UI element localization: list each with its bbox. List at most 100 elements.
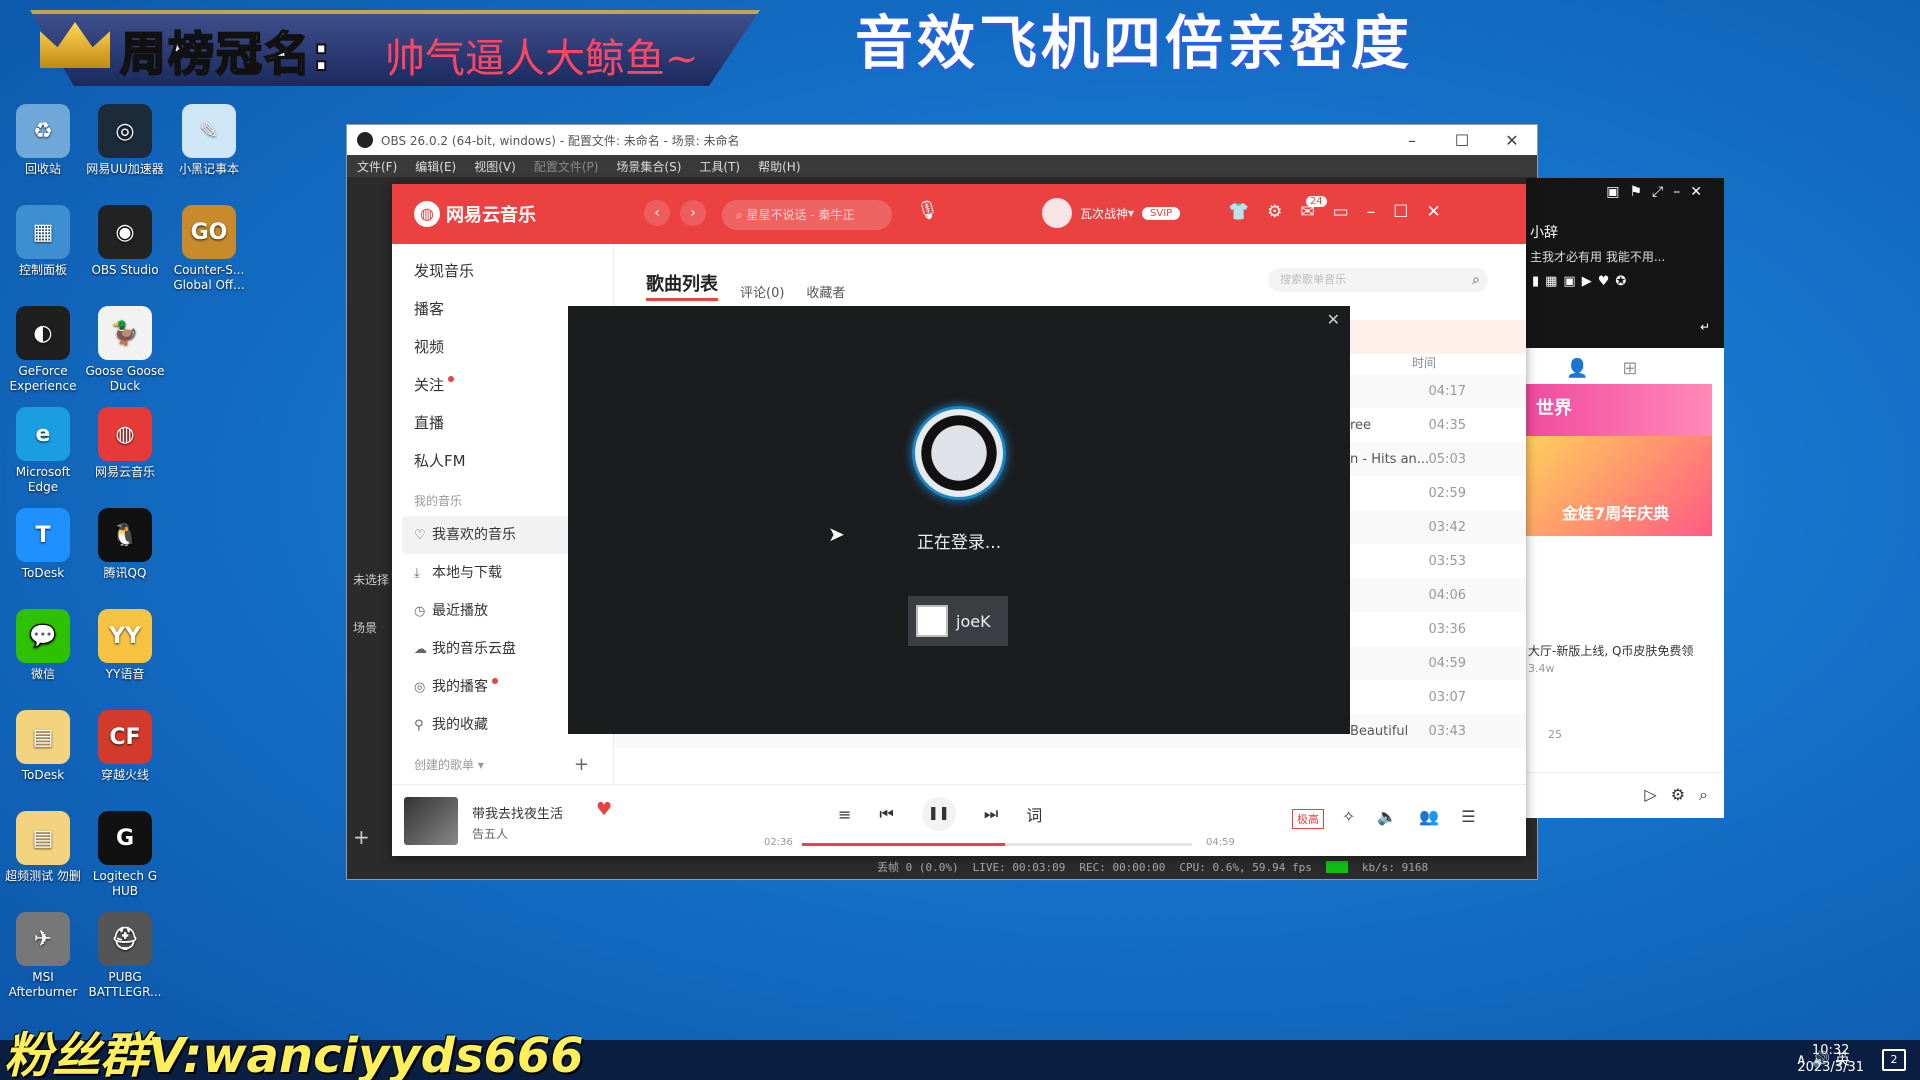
desktop-icon[interactable]: ✈ MSI Afterburner bbox=[0, 912, 86, 1000]
song-album[interactable]: n - Hits an... bbox=[1350, 452, 1440, 467]
add-playlist-icon[interactable]: + bbox=[574, 750, 589, 780]
menu-file[interactable]: 文件(F) bbox=[357, 158, 397, 175]
sidebar-item-discover[interactable]: 发现音乐 bbox=[392, 252, 613, 290]
taskbar-clock[interactable]: 10:32 2023/3/31 bbox=[1797, 1042, 1864, 1076]
close-icon[interactable]: ✕ bbox=[1327, 310, 1340, 329]
qq-ad-banner-2[interactable]: 金娃7周年庆典 bbox=[1526, 436, 1712, 536]
desktop-icon[interactable]: ▤ 超频测试 勿删 bbox=[0, 811, 86, 884]
album-cover[interactable] bbox=[404, 797, 458, 845]
steam-login-dialog[interactable]: ✕ 正在登录... joeK bbox=[568, 306, 1350, 734]
previous-icon[interactable]: ⏮ bbox=[879, 804, 893, 824]
created-playlists-header[interactable]: 创建的歌单 ▾ + bbox=[392, 750, 613, 780]
menu-scene-collection[interactable]: 场景集合(S) bbox=[616, 158, 681, 175]
desktop-icon[interactable]: ◎ 网易UU加速器 bbox=[82, 104, 168, 177]
desktop-icon[interactable]: ◍ 网易云音乐 bbox=[82, 407, 168, 480]
desktop-icon[interactable]: GO Counter-S... Global Off... bbox=[166, 205, 252, 293]
desktop-icon[interactable]: ◐ GeForce Experience bbox=[0, 306, 86, 394]
tab-collectors[interactable]: 收藏者 bbox=[806, 282, 845, 301]
settings-icon[interactable]: ⚙ bbox=[1671, 785, 1685, 818]
progress-track[interactable] bbox=[802, 843, 1192, 846]
desktop-icon[interactable]: 🦆 Goose Goose Duck bbox=[82, 306, 168, 394]
netease-search-input[interactable]: ⌕ 星星不说话 - 秦牛正 bbox=[722, 200, 892, 230]
gear-icon[interactable]: ⚙ bbox=[1267, 202, 1282, 222]
minimize-icon[interactable]: – bbox=[1387, 131, 1437, 150]
queue-icon[interactable]: ☰ bbox=[1461, 807, 1475, 826]
mail-icon[interactable]: ✉ 24 bbox=[1300, 196, 1327, 222]
video-icon[interactable]: ▷ bbox=[1644, 785, 1656, 818]
desktop-icon[interactable]: e Microsoft Edge bbox=[0, 407, 86, 495]
desktop-icon[interactable]: YY YY语音 bbox=[82, 609, 168, 682]
now-playing-artist[interactable]: 告五人 bbox=[472, 825, 508, 842]
obs-titlebar[interactable]: OBS 26.0.2 (64-bit, windows) - 配置文件: 未命名… bbox=[347, 125, 1537, 155]
volume-icon[interactable]: 🔈 bbox=[1377, 807, 1397, 826]
progress-bar[interactable]: 02:36 04:59 bbox=[764, 837, 1235, 851]
user-profile[interactable]: 瓦次战神 ▾ SVIP bbox=[1042, 198, 1181, 228]
menu-profile[interactable]: 配置文件(P) bbox=[534, 158, 599, 175]
add-scene-icon[interactable]: + bbox=[353, 825, 370, 849]
forward-arrow-icon[interactable]: › bbox=[680, 200, 706, 226]
menu-tools[interactable]: 工具(T) bbox=[699, 158, 740, 175]
netease-logo[interactable]: ◍ 网易云音乐 bbox=[414, 201, 536, 227]
close-icon[interactable]: ✕ bbox=[1426, 202, 1440, 222]
desktop-icon-label: 腾讯QQ bbox=[103, 566, 147, 580]
qq-status-icons[interactable]: ▮▦▣▶♥✪ bbox=[1532, 274, 1632, 289]
qq-window-controls[interactable]: ▣⚑⤢–✕ bbox=[1606, 184, 1712, 200]
back-arrow-icon[interactable]: ‹ bbox=[644, 200, 670, 226]
heart-icon[interactable]: ♥ bbox=[596, 799, 612, 820]
effects-icon[interactable]: ✧ bbox=[1342, 807, 1355, 826]
next-icon[interactable]: ⏭ bbox=[984, 804, 998, 824]
steam-account-button[interactable]: joeK bbox=[908, 596, 1008, 646]
desktop-icon[interactable]: ▤ ToDesk bbox=[0, 710, 86, 783]
mic-icon[interactable]: 🎙 bbox=[916, 200, 939, 221]
obs-menubar: 文件(F) 编辑(E) 视图(V) 配置文件(P) 场景集合(S) 工具(T) … bbox=[347, 155, 1537, 177]
menu-help[interactable]: 帮助(H) bbox=[758, 158, 800, 175]
obs-icon: ◉ bbox=[98, 205, 152, 259]
desktop-icon[interactable]: G Logitech G HUB bbox=[82, 811, 168, 899]
tab-song-list[interactable]: 歌曲列表 bbox=[646, 270, 718, 301]
search-icon[interactable]: ⌕ bbox=[1699, 785, 1708, 818]
menu-edit[interactable]: 编辑(E) bbox=[415, 158, 456, 175]
skin-icon[interactable]: 👕 bbox=[1228, 202, 1249, 222]
now-playing-title[interactable]: 带我去找夜生活 bbox=[472, 803, 563, 822]
menu-view[interactable]: 视图(V) bbox=[474, 158, 516, 175]
lyrics-button[interactable]: 词 bbox=[1026, 802, 1042, 826]
qq-panel[interactable]: ▣⚑⤢–✕ 小辞 主我才必有用 我能不用... ▮▦▣▶♥✪ ↵ 👤⊞ 世界 金… bbox=[1526, 178, 1724, 818]
desktop-icon[interactable]: ▦ 控制面板 bbox=[0, 205, 86, 278]
desktop-icon[interactable]: ♻ 回收站 bbox=[0, 104, 86, 177]
minimize-icon[interactable]: – bbox=[1367, 202, 1376, 222]
desktop-icon[interactable]: 🐧 腾讯QQ bbox=[82, 508, 168, 581]
qq-nickname: 小辞 bbox=[1530, 225, 1558, 241]
pause-button[interactable]: ❚❚ bbox=[921, 797, 956, 831]
listen-together-icon[interactable]: 👥 bbox=[1419, 807, 1439, 826]
tab-comments[interactable]: 评论(0) bbox=[740, 282, 784, 301]
song-duration: 04:06 bbox=[1428, 588, 1466, 603]
desktop-icon[interactable]: ◉ OBS Studio bbox=[82, 205, 168, 278]
desktop-icon[interactable]: 💬 微信 bbox=[0, 609, 86, 682]
quality-button[interactable]: 极高 bbox=[1292, 809, 1324, 829]
avatar bbox=[916, 605, 948, 637]
desktop-icon[interactable]: T ToDesk bbox=[0, 508, 86, 581]
download-icon: ⤓ bbox=[414, 566, 420, 581]
playlist-mode-icon[interactable]: ≡ bbox=[838, 805, 851, 824]
maximize-icon[interactable]: ☐ bbox=[1437, 131, 1487, 150]
chevron-down-icon[interactable]: ▾ bbox=[1128, 206, 1134, 220]
qq-news-item[interactable]: 大厅-新版上线, Q币皮肤免费领 bbox=[1528, 642, 1693, 659]
qq-tab-icons[interactable]: 👤⊞ bbox=[1566, 358, 1672, 379]
notification-center-icon[interactable]: 2 bbox=[1882, 1049, 1906, 1071]
avatar[interactable] bbox=[1042, 198, 1072, 228]
username: 瓦次战神 bbox=[1080, 206, 1129, 221]
enter-icon[interactable]: ↵ bbox=[1700, 320, 1710, 334]
playlist-search-placeholder: 搜索歌单音乐 bbox=[1280, 273, 1346, 286]
desktop-icon[interactable]: ⛑ PUBG BATTLEGR... bbox=[82, 912, 168, 1000]
maximize-icon[interactable]: ☐ bbox=[1393, 202, 1408, 222]
song-album[interactable]: Beautiful bbox=[1350, 724, 1440, 739]
qq-ad-banner-1[interactable]: 世界 bbox=[1526, 384, 1712, 436]
song-album[interactable]: ree bbox=[1350, 418, 1440, 433]
playlist-search-input[interactable]: 搜索歌单音乐 ⌕ bbox=[1268, 268, 1488, 292]
close-icon[interactable]: ✕ bbox=[1487, 131, 1537, 150]
search-icon[interactable]: ⌕ bbox=[1472, 268, 1480, 292]
banner-sponsor-name: 帅气逼人大鲸鱼~ bbox=[385, 36, 699, 82]
desktop-icon[interactable]: ✎ 小黑记事本 bbox=[166, 104, 252, 177]
desktop-icon[interactable]: CF 穿越火线 bbox=[82, 710, 168, 783]
mini-mode-icon[interactable]: ▭ bbox=[1333, 202, 1349, 222]
